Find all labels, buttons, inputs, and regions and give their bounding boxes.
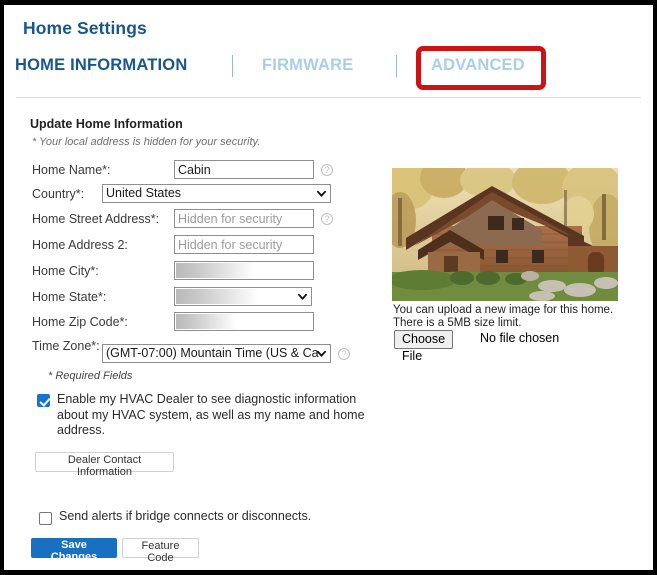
bridge-alerts-checkbox[interactable]	[39, 512, 52, 525]
page-title: Home Settings	[23, 18, 147, 38]
country-select[interactable]: United States	[102, 184, 331, 203]
field-label: Time Zone*:	[32, 339, 100, 353]
bridge-alerts-label: Send alerts if bridge connects or discon…	[59, 509, 312, 523]
tab-separator	[396, 55, 397, 77]
home-name-input[interactable]	[174, 160, 314, 179]
home-city-input[interactable]	[174, 261, 314, 280]
time-zone-select[interactable]: (GMT-07:00) Mountain Time (US & Ca	[102, 344, 331, 363]
country-select-wrap: United States	[102, 184, 331, 203]
choose-file-button[interactable]: Choose File	[394, 330, 454, 363]
field-label: Home State*:	[32, 290, 107, 304]
tab-bar: HOME INFORMATION FIRMWARE ADVANCED	[4, 46, 653, 90]
tab-home-information[interactable]: HOME INFORMATION	[15, 56, 187, 75]
home-address-2-input[interactable]	[174, 235, 314, 254]
tab-firmware[interactable]: FIRMWARE	[262, 56, 353, 75]
field-label: Home City*:	[32, 264, 99, 278]
help-icon[interactable]: ?	[321, 164, 333, 176]
save-changes-button[interactable]: Save Changes	[31, 538, 117, 563]
screenshot-frame: Home Settings HOME INFORMATION FIRMWARE …	[0, 0, 657, 575]
field-label: Home Zip Code*:	[32, 315, 128, 329]
dealer-consent-label: Enable my HVAC Dealer to see diagnostic …	[57, 392, 365, 437]
tab-separator	[232, 55, 233, 77]
form-subnote: * Your local address is hidden for your …	[32, 136, 261, 148]
help-icon[interactable]: ?	[338, 348, 350, 360]
help-icon[interactable]: ?	[321, 213, 333, 225]
home-state-select-wrap	[174, 287, 312, 306]
home-state-select[interactable]	[174, 287, 312, 306]
header-divider	[16, 97, 641, 98]
field-label: Home Street Address*:	[32, 212, 160, 226]
feature-code-button[interactable]: Feature Code	[122, 538, 199, 564]
home-photo	[392, 168, 618, 301]
dealer-consent-checkbox[interactable]	[37, 394, 50, 407]
home-street-address-input[interactable]	[174, 209, 314, 228]
required-fields-note: * Required Fields	[48, 370, 133, 382]
upload-note-line-2: There is a 5MB size limit.	[393, 316, 522, 329]
upload-note: You can upload a new image for this home…	[393, 304, 633, 329]
no-file-chosen-label: No file chosen	[480, 331, 560, 345]
home-zip-code-input-wrap	[174, 312, 314, 331]
field-label: Home Name*:	[32, 163, 111, 177]
advanced-tab-highlight-annotation	[416, 46, 546, 90]
upload-note-line-1: You can upload a new image for this home…	[393, 304, 614, 316]
dealer-contact-information-button[interactable]: Dealer Contact Information	[35, 452, 174, 478]
home-zip-code-input[interactable]	[174, 312, 314, 331]
field-label: Home Address 2:	[32, 238, 128, 252]
form-heading: Update Home Information	[30, 117, 183, 131]
time-zone-select-wrap: (GMT-07:00) Mountain Time (US & Ca	[102, 344, 331, 363]
home-city-input-wrap	[174, 261, 314, 280]
home-settings-page: Home Settings HOME INFORMATION FIRMWARE …	[4, 5, 653, 570]
field-label: Country*:	[32, 187, 85, 201]
